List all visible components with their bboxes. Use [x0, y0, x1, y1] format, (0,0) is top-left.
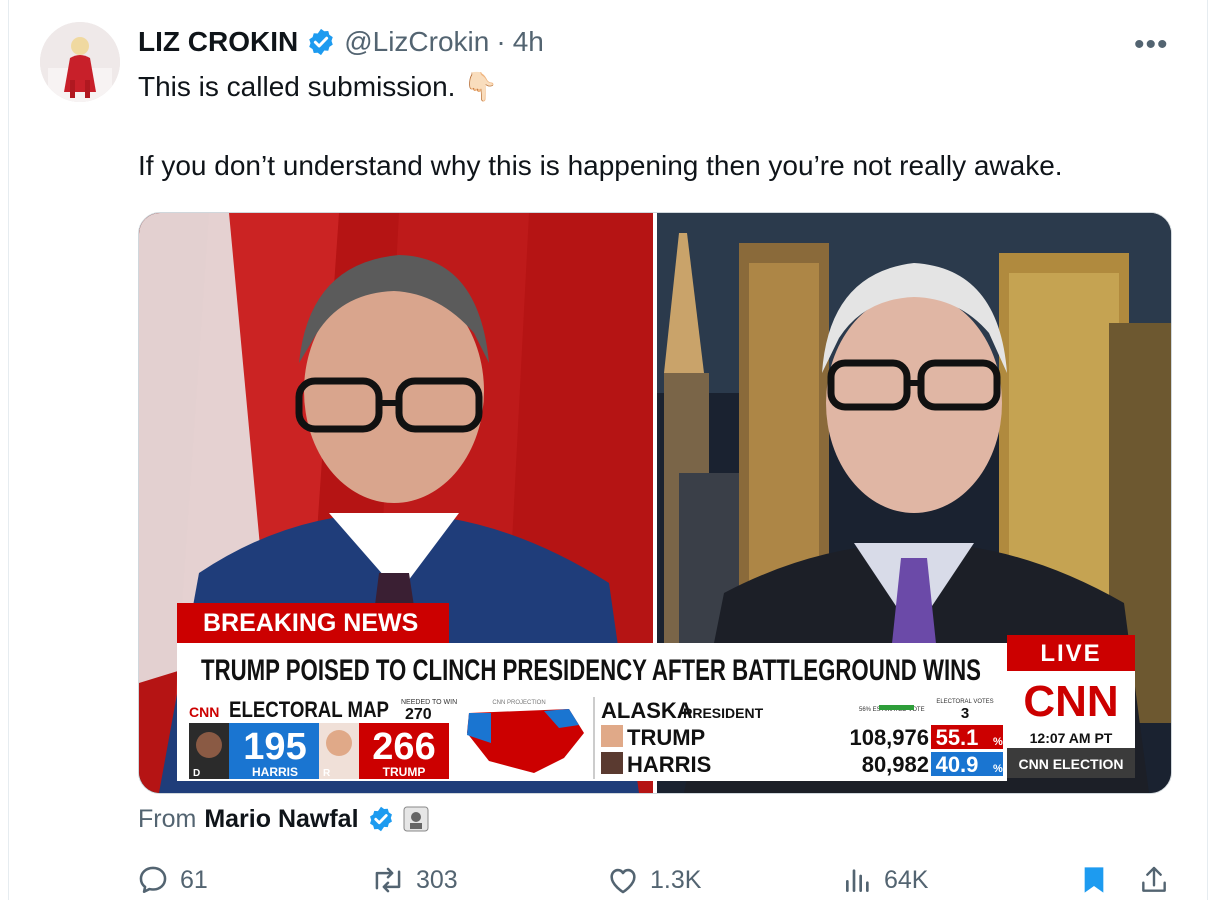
candidate-2-percent: 40.9	[936, 752, 979, 777]
post-text-line-1: This is called submission. 👇🏻	[138, 71, 499, 102]
clock-text: 12:07 AM PT	[1030, 730, 1113, 746]
projection-label: CNN PROJECTION	[492, 700, 545, 706]
state-label: ALASKA	[601, 698, 693, 723]
views-button[interactable]: 64K	[842, 862, 928, 898]
bookmark-icon	[1084, 867, 1104, 893]
from-source-link[interactable]: Mario Nawfal	[204, 805, 358, 834]
svg-text:%: %	[993, 736, 1003, 748]
post-header: LIZ CROKIN @LizCrokin · 4h	[138, 24, 544, 60]
cnn-election-label: CNN ELECTION	[1019, 756, 1124, 772]
race-label: PRESIDENT	[683, 705, 764, 721]
post-timestamp[interactable]: 4h	[513, 26, 544, 58]
views-count: 64K	[884, 865, 929, 894]
needed-to-win-value: 270	[405, 706, 432, 723]
candidate-1-percent: 55.1	[936, 725, 979, 750]
candidate-1-votes: 108,976	[849, 725, 929, 750]
post-text-line-2: If you don’t understand why this is happ…	[138, 150, 1063, 181]
repost-icon	[375, 867, 401, 893]
svg-text:R: R	[323, 768, 331, 779]
share-icon	[1142, 866, 1166, 892]
reply-icon	[139, 866, 167, 894]
verified-badge-icon	[309, 28, 333, 56]
svg-text:D: D	[193, 768, 200, 779]
live-label: LIVE	[1040, 640, 1101, 667]
ticker-cnn-logo: CNN	[189, 704, 219, 720]
cnn-logo: CNN	[1023, 677, 1118, 726]
avatar-image	[40, 22, 120, 102]
source-affiliate-icon	[403, 806, 429, 832]
svg-text:%: %	[993, 763, 1003, 775]
electoral-map-label: ELECTORAL MAP	[229, 697, 389, 722]
breaking-news-label: BREAKING NEWS	[203, 609, 418, 637]
video-frame: BREAKING NEWS TRUMP POISED TO CLINCH PRE…	[139, 213, 1171, 793]
separator-dot: ·	[496, 26, 506, 57]
harris-label: HARRIS	[252, 765, 298, 779]
repost-count: 303	[416, 865, 458, 894]
trump-label: TRUMP	[383, 765, 426, 779]
more-options-icon[interactable]: •••	[1134, 28, 1169, 62]
author-name[interactable]: LIZ CROKIN	[138, 26, 298, 58]
repost-button[interactable]: 303	[370, 862, 458, 898]
electoral-votes-value: 3	[961, 705, 969, 722]
like-button[interactable]: 1.3K	[606, 862, 701, 898]
like-count: 1.3K	[650, 865, 702, 894]
like-icon	[610, 868, 636, 894]
views-icon	[846, 869, 869, 892]
author-avatar[interactable]	[40, 22, 120, 102]
reply-button[interactable]: 61	[136, 862, 208, 898]
candidate-2-votes: 80,982	[862, 752, 929, 777]
source-verified-badge-icon	[369, 806, 392, 832]
candidate-1-name: TRUMP	[627, 725, 705, 750]
needed-to-win-label: NEEDED TO WIN	[401, 699, 457, 706]
share-button[interactable]	[1138, 862, 1180, 898]
trump-electoral-votes: 266	[372, 726, 435, 768]
candidate-2-name: HARRIS	[627, 752, 711, 777]
bookmark-button[interactable]	[1078, 862, 1120, 898]
reply-count: 61	[180, 865, 208, 894]
author-handle[interactable]: @LizCrokin	[344, 26, 489, 58]
from-prefix: From	[138, 804, 197, 833]
harris-electoral-votes: 195	[243, 726, 306, 768]
headline-text: TRUMP POISED TO CLINCH PRESIDENCY AFTER …	[201, 654, 981, 687]
video-player[interactable]: BREAKING NEWS TRUMP POISED TO CLINCH PRE…	[138, 212, 1172, 794]
attribution: From Mario Nawfal	[138, 802, 429, 836]
